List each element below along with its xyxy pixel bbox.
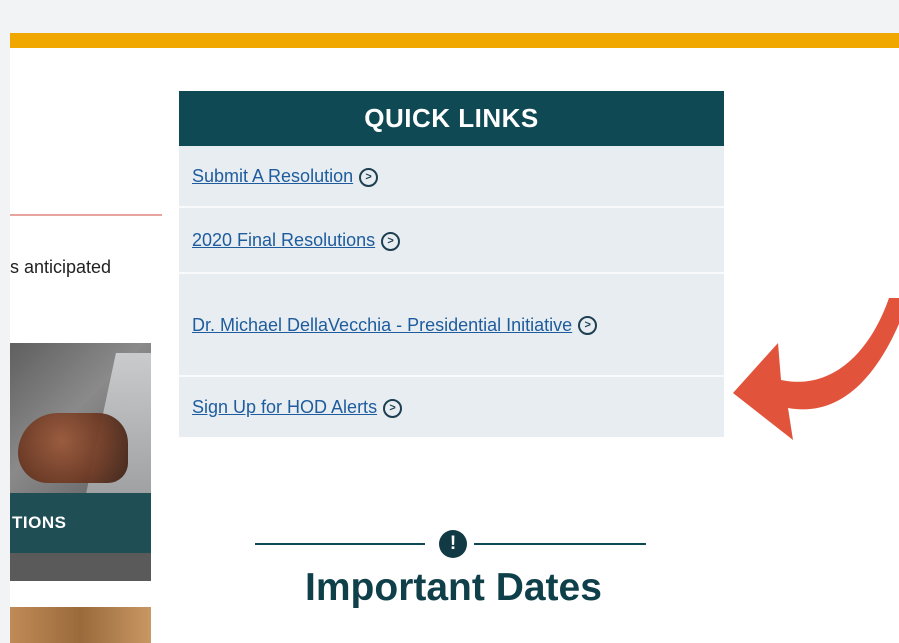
thumbnail-caption: TIONS	[12, 513, 67, 532]
presidential-initiative-link[interactable]: Dr. Michael DellaVecchia - Presidential …	[192, 311, 598, 339]
exclamation-circle-icon: !	[439, 530, 467, 558]
submit-resolution-link[interactable]: Submit A Resolution >	[192, 162, 379, 190]
curved-arrow-icon	[733, 298, 899, 440]
circle-chevron-right-icon: >	[359, 167, 379, 187]
quick-link-item: Sign Up for HOD Alerts >	[179, 377, 724, 437]
thumbnail-caption-band: TIONS	[10, 493, 151, 553]
link-label: Sign Up for HOD Alerts	[192, 397, 378, 417]
second-thumbnail[interactable]	[10, 607, 151, 643]
important-dates-divider-left	[255, 543, 425, 545]
quick-links-title: QUICK LINKS	[179, 91, 724, 146]
quick-link-item: 2020 Final Resolutions >	[179, 208, 724, 274]
important-dates-title: Important Dates	[305, 566, 602, 609]
quick-link-item: Dr. Michael DellaVecchia - Presidential …	[179, 274, 724, 377]
link-label: Dr. Michael DellaVecchia - Presidential …	[192, 314, 573, 335]
top-header-background	[0, 0, 899, 33]
resolutions-thumbnail[interactable]: TIONS	[10, 343, 151, 581]
quick-link-item: Submit A Resolution >	[179, 146, 724, 208]
circle-chevron-right-icon: >	[578, 316, 598, 336]
link-label: Submit A Resolution	[192, 166, 354, 186]
section-divider	[10, 214, 162, 216]
final-resolutions-link[interactable]: 2020 Final Resolutions >	[192, 226, 401, 254]
important-dates-divider-right	[474, 543, 646, 545]
hand-image-part	[18, 413, 128, 483]
hod-alerts-signup-link[interactable]: Sign Up for HOD Alerts >	[192, 393, 403, 421]
circle-chevron-right-icon: >	[381, 231, 401, 251]
link-label: 2020 Final Resolutions	[192, 230, 376, 250]
left-page-margin	[0, 0, 10, 643]
quick-links-list: Submit A Resolution > 2020 Final Resoluti…	[179, 146, 724, 437]
accent-bar	[10, 33, 899, 48]
circle-chevron-right-icon: >	[383, 398, 403, 418]
article-text-snippet: s anticipated	[10, 257, 112, 277]
quick-links-panel: QUICK LINKS Submit A Resolution > 2020 Fi…	[179, 91, 724, 437]
